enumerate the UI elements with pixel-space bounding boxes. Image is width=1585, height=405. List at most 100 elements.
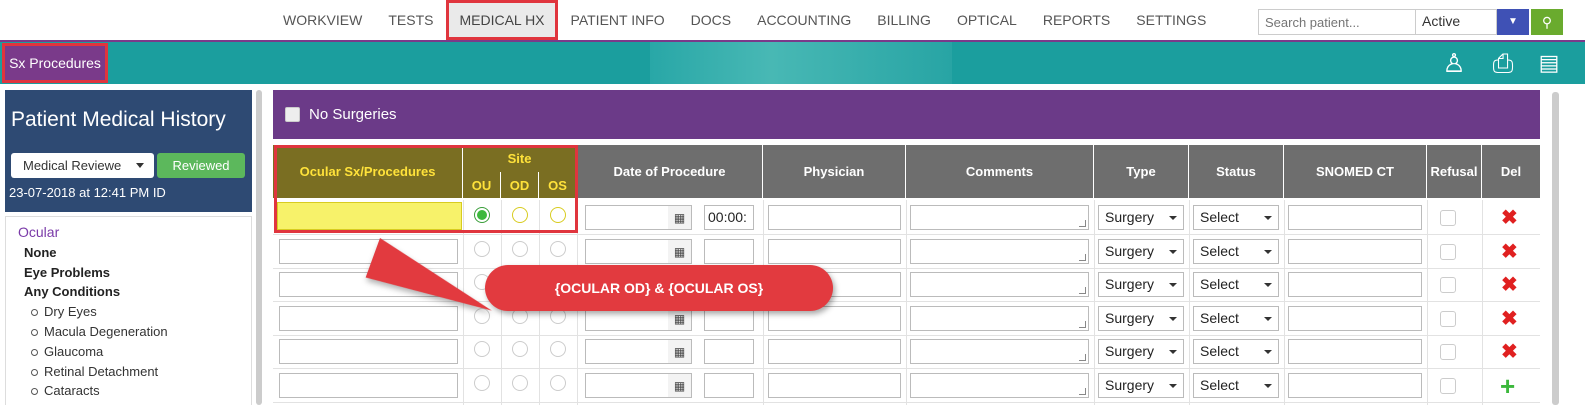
snomed-input[interactable] (1288, 239, 1422, 264)
history-list: Ocular None Eye Problems Any Conditions … (5, 216, 252, 405)
nav-billing[interactable]: BILLING (864, 0, 944, 40)
calendar-icon[interactable]: ▦ (668, 205, 692, 230)
site-os-radio[interactable] (550, 207, 566, 223)
status-select[interactable]: Select (1193, 339, 1279, 364)
printer-icon[interactable]: ⎙ (1485, 46, 1521, 80)
users-icon[interactable]: ♙ (1436, 46, 1472, 80)
calendar-icon[interactable]: ▦ (668, 373, 692, 398)
time-input[interactable]: 00:00: (704, 205, 754, 230)
snomed-input[interactable] (1288, 306, 1422, 331)
status-dropdown-button[interactable]: ▼ (1497, 9, 1529, 35)
status-select[interactable]: Select (1193, 373, 1279, 398)
physician-input[interactable] (768, 339, 901, 364)
time-input[interactable] (704, 339, 754, 364)
list-item[interactable]: Dry Eyes (18, 302, 251, 322)
procedure-input[interactable] (279, 306, 458, 331)
snomed-input[interactable] (1288, 373, 1422, 398)
physician-input[interactable] (768, 205, 901, 230)
date-input[interactable] (585, 239, 669, 264)
site-od-radio[interactable] (512, 207, 528, 223)
time-input[interactable] (704, 239, 754, 264)
status-select[interactable]: Active (1416, 9, 1497, 35)
refusal-checkbox[interactable] (1440, 344, 1456, 360)
sidebar-category[interactable]: Ocular (18, 223, 251, 243)
list-item[interactable]: Cataracts (18, 381, 251, 401)
nav-docs[interactable]: DOCS (678, 0, 744, 40)
comments-textarea[interactable] (910, 272, 1089, 297)
date-input[interactable] (585, 373, 669, 398)
delete-icon[interactable]: ✖ (1501, 208, 1518, 228)
nav-patient-info[interactable]: PATIENT INFO (558, 0, 678, 40)
site-od-radio[interactable] (512, 341, 528, 357)
list-item[interactable]: None (18, 243, 251, 263)
site-os-radio[interactable] (550, 375, 566, 391)
delete-icon[interactable]: ✖ (1501, 275, 1518, 295)
calendar-icon[interactable]: ▦ (668, 339, 692, 364)
site-od-radio[interactable] (512, 375, 528, 391)
refusal-checkbox[interactable] (1440, 210, 1456, 226)
list-item[interactable]: Any Conditions (18, 282, 251, 302)
type-select[interactable]: Surgery (1098, 306, 1184, 331)
nav-accounting[interactable]: ACCOUNTING (744, 0, 864, 40)
search-patient-input[interactable] (1258, 9, 1416, 35)
type-select[interactable]: Surgery (1098, 373, 1184, 398)
list-item[interactable]: Retinal Detachment (18, 362, 251, 382)
nav-tests[interactable]: TESTS (375, 0, 446, 40)
list-item[interactable]: Glaucoma (18, 342, 251, 362)
delete-icon[interactable]: ✖ (1501, 342, 1518, 362)
site-ou-radio[interactable] (474, 341, 490, 357)
nav-settings[interactable]: SETTINGS (1123, 0, 1219, 40)
search-button[interactable]: ⚲ (1531, 9, 1563, 35)
physician-input[interactable] (768, 239, 901, 264)
snomed-input[interactable] (1288, 205, 1422, 230)
calendar-icon[interactable]: ▦ (668, 239, 692, 264)
refusal-checkbox[interactable] (1440, 244, 1456, 260)
delete-icon[interactable]: ✖ (1501, 309, 1518, 329)
comments-textarea[interactable] (910, 239, 1089, 264)
type-select[interactable]: Surgery (1098, 339, 1184, 364)
list-item[interactable]: Eye Problems (18, 263, 251, 283)
refusal-checkbox[interactable] (1440, 378, 1456, 394)
comments-textarea[interactable] (910, 306, 1089, 331)
main-scrollbar[interactable] (1552, 92, 1559, 405)
refusal-checkbox[interactable] (1440, 311, 1456, 327)
status-select[interactable]: Select (1193, 306, 1279, 331)
status-select[interactable]: Select (1193, 239, 1279, 264)
physician-input[interactable] (768, 373, 901, 398)
nav-medical-hx[interactable]: MEDICAL HX (446, 0, 558, 40)
site-os-radio[interactable] (550, 241, 566, 257)
delete-icon[interactable]: ✖ (1501, 242, 1518, 262)
refusal-checkbox[interactable] (1440, 277, 1456, 293)
add-row-icon[interactable]: + (1500, 373, 1515, 399)
list-item[interactable]: Macula Degeneration (18, 322, 251, 342)
time-input[interactable] (704, 373, 754, 398)
site-ou-radio[interactable] (474, 241, 490, 257)
sidebar-scrollbar[interactable] (256, 90, 262, 405)
snomed-input[interactable] (1288, 272, 1422, 297)
type-select[interactable]: Surgery (1098, 239, 1184, 264)
medical-review-dropdown[interactable]: Medical Reviewe (11, 153, 154, 178)
comments-textarea[interactable] (910, 373, 1089, 398)
status-select[interactable]: Select (1193, 205, 1279, 230)
reviewed-button[interactable]: Reviewed (157, 153, 245, 178)
comments-textarea[interactable] (910, 205, 1089, 230)
procedure-input[interactable] (279, 339, 458, 364)
site-od-radio[interactable] (512, 241, 528, 257)
status-select[interactable]: Select (1193, 272, 1279, 297)
date-input[interactable] (585, 339, 669, 364)
comments-textarea[interactable] (910, 339, 1089, 364)
nav-optical[interactable]: OPTICAL (944, 0, 1030, 40)
sx-procedures-button[interactable]: Sx Procedures (2, 43, 108, 83)
procedure-input[interactable] (279, 373, 458, 398)
nav-workview[interactable]: WORKVIEW (270, 0, 375, 40)
site-ou-radio[interactable] (474, 207, 490, 223)
type-select[interactable]: Surgery (1098, 272, 1184, 297)
date-input[interactable] (585, 205, 669, 230)
nav-reports[interactable]: REPORTS (1030, 0, 1123, 40)
monitor-clock-icon[interactable]: ▤ (1531, 46, 1567, 80)
site-os-radio[interactable] (550, 341, 566, 357)
no-surgeries-checkbox[interactable] (285, 107, 300, 122)
type-select[interactable]: Surgery (1098, 205, 1184, 230)
snomed-input[interactable] (1288, 339, 1422, 364)
site-ou-radio[interactable] (474, 375, 490, 391)
